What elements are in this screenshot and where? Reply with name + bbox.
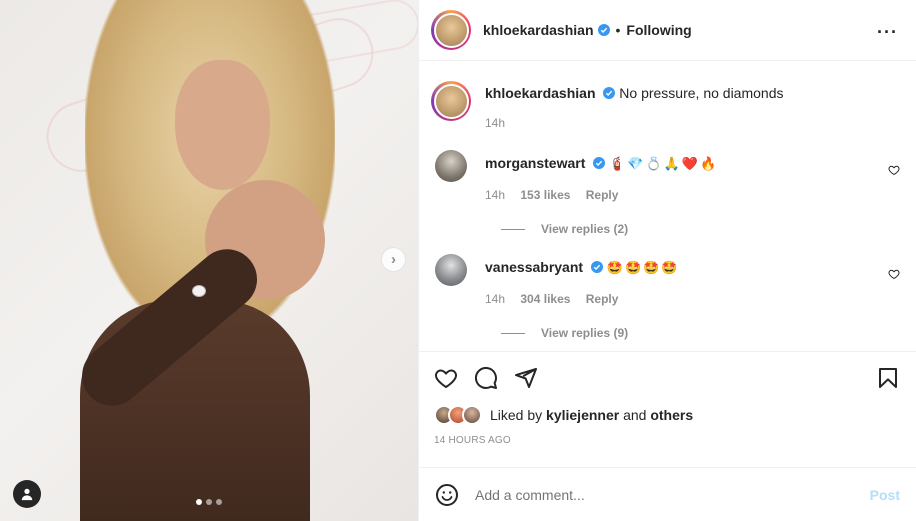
emoji-smile-icon[interactable] [435, 483, 459, 507]
commenter-avatar[interactable] [435, 150, 467, 182]
liked-by-others[interactable]: others [650, 407, 693, 423]
post-side-panel: khloekardashian • Following ··· khloekar… [418, 0, 916, 521]
photo-subject-ring [192, 285, 206, 297]
post-header: khloekardashian • Following ··· [419, 0, 916, 61]
verified-badge-icon [597, 24, 610, 36]
liked-by-avatars[interactable] [434, 405, 482, 425]
commenter-avatar[interactable] [435, 254, 467, 286]
chevron-right-icon: › [391, 251, 396, 268]
author-username[interactable]: khloekardashian [483, 22, 594, 38]
liked-by-and: and [623, 407, 647, 423]
following-button[interactable]: Following [626, 22, 691, 38]
verified-badge-icon [603, 87, 616, 99]
verified-badge-icon [590, 261, 603, 273]
bookmark-icon[interactable] [876, 366, 900, 390]
post-photo[interactable]: › [0, 0, 418, 521]
carousel-next-button[interactable]: › [381, 247, 406, 272]
comment-text: 🤩🤩🤩🤩 [606, 261, 680, 276]
caption-username[interactable]: khloekardashian [485, 85, 596, 101]
view-replies-label: View replies (9) [541, 326, 629, 340]
comment-like-heart-icon[interactable] [888, 268, 900, 280]
person-icon [21, 488, 33, 501]
caption-avatar[interactable] [431, 81, 471, 121]
comment-icon[interactable] [474, 366, 498, 390]
tagged-users-button[interactable] [13, 480, 41, 508]
add-comment-bar: Post [419, 467, 916, 521]
comment-text: 🧯💎💍🙏❤️🔥 [609, 157, 719, 172]
view-replies-line [501, 228, 525, 230]
comment-likes[interactable]: 153 likes [520, 188, 570, 202]
header-separator: • [615, 22, 621, 38]
comments-list[interactable]: khloekardashian No pressure, no diamonds… [419, 61, 916, 351]
comment-username[interactable]: vanessabryant [485, 259, 583, 275]
share-icon[interactable] [514, 366, 538, 390]
author-avatar[interactable] [431, 10, 471, 50]
carousel-dots [196, 499, 222, 505]
carousel-dot-1 [196, 499, 202, 505]
action-icons [434, 366, 900, 390]
post-modal: › khloekardashian • Following ··· khloek… [0, 0, 916, 521]
liked-by-prefix: Liked by [490, 407, 543, 423]
view-replies-button[interactable]: View replies (9) [501, 326, 900, 340]
photo-subject-face [175, 60, 270, 190]
liked-avatar [462, 405, 482, 425]
view-replies-line [501, 332, 525, 334]
heart-icon[interactable] [434, 366, 458, 390]
caption-time: 14h [485, 116, 506, 130]
comment-reply-button[interactable]: Reply [586, 292, 619, 306]
comment-item: morganstewart 🧯💎💍🙏❤️🔥 14h 153 likes Repl… [431, 150, 900, 202]
comment-like-heart-icon[interactable] [888, 164, 900, 176]
view-replies-label: View replies (2) [541, 222, 629, 236]
liked-by: Liked by kyliejenner and others [434, 405, 900, 425]
post-timestamp[interactable]: 14 HOURS AGO [434, 435, 900, 446]
post-comment-button[interactable]: Post [870, 487, 900, 503]
post-actions: Liked by kyliejenner and others 14 HOURS… [419, 351, 916, 467]
comment-username[interactable]: morganstewart [485, 155, 585, 171]
carousel-dot-2 [206, 499, 212, 505]
comment-time: 14h [485, 292, 506, 306]
post-caption: khloekardashian No pressure, no diamonds… [431, 81, 900, 130]
view-replies-button[interactable]: View replies (2) [501, 222, 900, 236]
caption-text: No pressure, no diamonds [619, 85, 784, 101]
verified-badge-icon [593, 157, 606, 169]
comment-likes[interactable]: 304 likes [520, 292, 570, 306]
comment-reply-button[interactable]: Reply [586, 188, 619, 202]
carousel-dot-3 [216, 499, 222, 505]
liked-by-user[interactable]: kyliejenner [546, 407, 619, 423]
comment-item: vanessabryant 🤩🤩🤩🤩 14h 304 likes Reply [431, 254, 900, 306]
comment-input[interactable] [475, 486, 870, 503]
more-horizontal-icon[interactable]: ··· [877, 22, 898, 43]
comment-time: 14h [485, 188, 506, 202]
